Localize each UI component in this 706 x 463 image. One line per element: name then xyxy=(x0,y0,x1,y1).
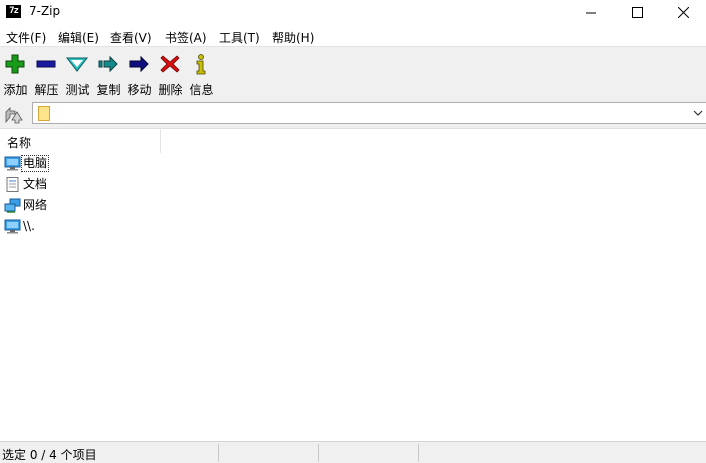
status-divider xyxy=(218,444,219,462)
extract-button[interactable]: 解压 xyxy=(31,51,62,97)
close-button[interactable] xyxy=(660,0,706,24)
column-header: 名称 xyxy=(0,129,706,153)
computer-icon xyxy=(4,219,21,234)
list-item-name: 电脑 xyxy=(20,155,50,172)
column-header-name[interactable]: 名称 xyxy=(0,129,161,153)
delete-label: 删除 xyxy=(158,83,183,97)
up-folder-icon xyxy=(5,107,23,124)
info-button[interactable]: 信息 xyxy=(186,51,217,97)
close-icon xyxy=(677,6,689,18)
add-button[interactable]: 添加 xyxy=(0,51,31,97)
menu-edit[interactable]: 编辑(E) xyxy=(58,29,99,46)
minimize-icon xyxy=(585,12,596,13)
copy-button[interactable]: 复制 xyxy=(93,51,124,97)
add-label: 添加 xyxy=(3,83,28,97)
extract-label: 解压 xyxy=(34,83,59,97)
add-icon xyxy=(5,54,25,74)
delete-button[interactable]: 删除 xyxy=(155,51,186,97)
delete-icon xyxy=(160,55,180,73)
chevron-down-icon[interactable] xyxy=(692,108,704,118)
address-bar xyxy=(0,99,706,128)
move-button[interactable]: 移动 xyxy=(124,51,155,97)
info-icon xyxy=(196,54,206,75)
minimize-button[interactable] xyxy=(568,0,614,24)
info-label: 信息 xyxy=(189,83,214,97)
address-input[interactable] xyxy=(55,105,655,121)
menu-file[interactable]: 文件(F) xyxy=(6,29,46,46)
address-combobox[interactable] xyxy=(32,102,706,124)
list-item[interactable]: 文档 xyxy=(0,174,300,195)
maximize-button[interactable] xyxy=(614,0,660,24)
list-item[interactable]: \\. xyxy=(0,216,300,237)
menu-view[interactable]: 查看(V) xyxy=(110,29,152,46)
list-item-name: \\. xyxy=(23,219,35,233)
status-text: 选定 0 / 4 个项目 xyxy=(2,448,97,462)
file-list[interactable]: 名称 电脑 文档 网络 \\. xyxy=(0,128,706,442)
network-icon xyxy=(4,198,21,213)
window-title: 7-Zip xyxy=(29,4,61,18)
copy-label: 复制 xyxy=(96,83,121,97)
computer-icon xyxy=(4,156,21,171)
status-bar: 选定 0 / 4 个项目 xyxy=(0,441,706,463)
title-bar: 7z 7-Zip xyxy=(0,0,706,24)
test-icon xyxy=(66,57,88,72)
extract-icon xyxy=(36,60,56,68)
up-folder-button[interactable] xyxy=(3,104,23,124)
list-item[interactable]: 电脑 xyxy=(0,153,300,174)
toolbar: 添加 解压 测试 复制 移动 删除 信息 xyxy=(0,46,706,99)
status-divider xyxy=(318,444,319,462)
test-label: 测试 xyxy=(65,83,90,97)
move-icon xyxy=(129,55,149,73)
folder-icon xyxy=(38,106,50,121)
status-divider xyxy=(418,444,419,462)
menu-bookmarks[interactable]: 书签(A) xyxy=(165,29,207,46)
copy-icon xyxy=(98,55,118,73)
maximize-icon xyxy=(631,6,643,18)
list-item-name: 文档 xyxy=(23,177,48,191)
menu-tools[interactable]: 工具(T) xyxy=(219,29,260,46)
list-item-name: 网络 xyxy=(23,198,48,212)
list-item[interactable]: 网络 xyxy=(0,195,300,216)
app-7zip-icon: 7z xyxy=(6,5,21,18)
menu-help[interactable]: 帮助(H) xyxy=(272,29,314,46)
test-button[interactable]: 测试 xyxy=(62,51,93,97)
menu-bar: 文件(F) 编辑(E) 查看(V) 书签(A) 工具(T) 帮助(H) xyxy=(0,26,706,46)
document-icon xyxy=(6,177,19,192)
move-label: 移动 xyxy=(127,83,152,97)
